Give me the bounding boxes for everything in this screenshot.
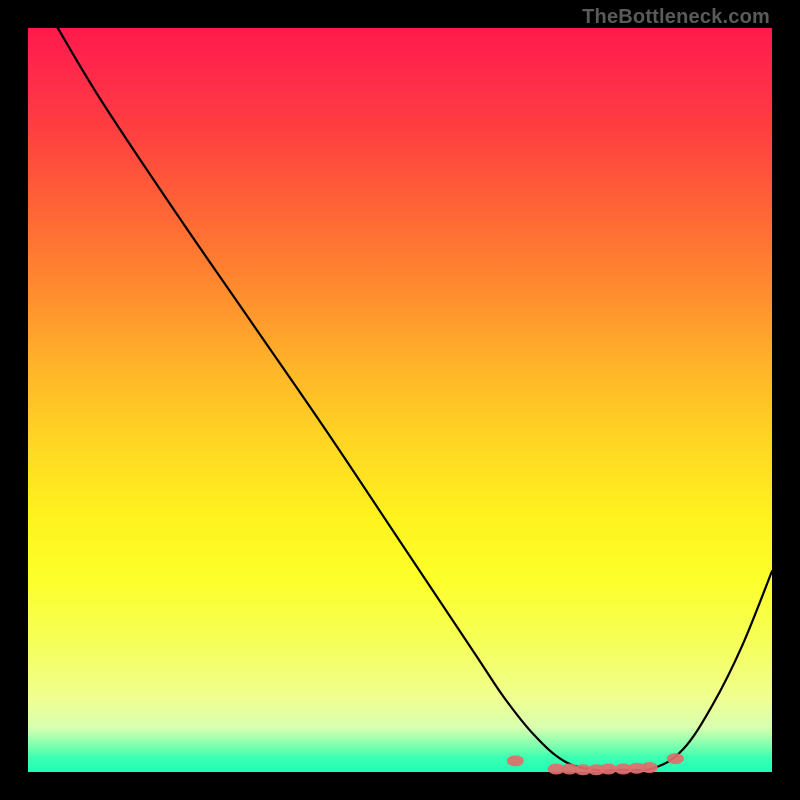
chart-svg (28, 28, 772, 772)
marker-dot (641, 762, 658, 773)
curve-line (58, 28, 772, 771)
curve-line-group (58, 28, 772, 771)
watermark-text: TheBottleneck.com (582, 6, 770, 29)
marker-dot (507, 755, 524, 766)
marker-dot (600, 764, 617, 775)
markers-group (507, 753, 684, 775)
marker-dot (667, 753, 684, 764)
chart-frame: TheBottleneck.com (0, 0, 800, 800)
plot-area (28, 28, 772, 772)
